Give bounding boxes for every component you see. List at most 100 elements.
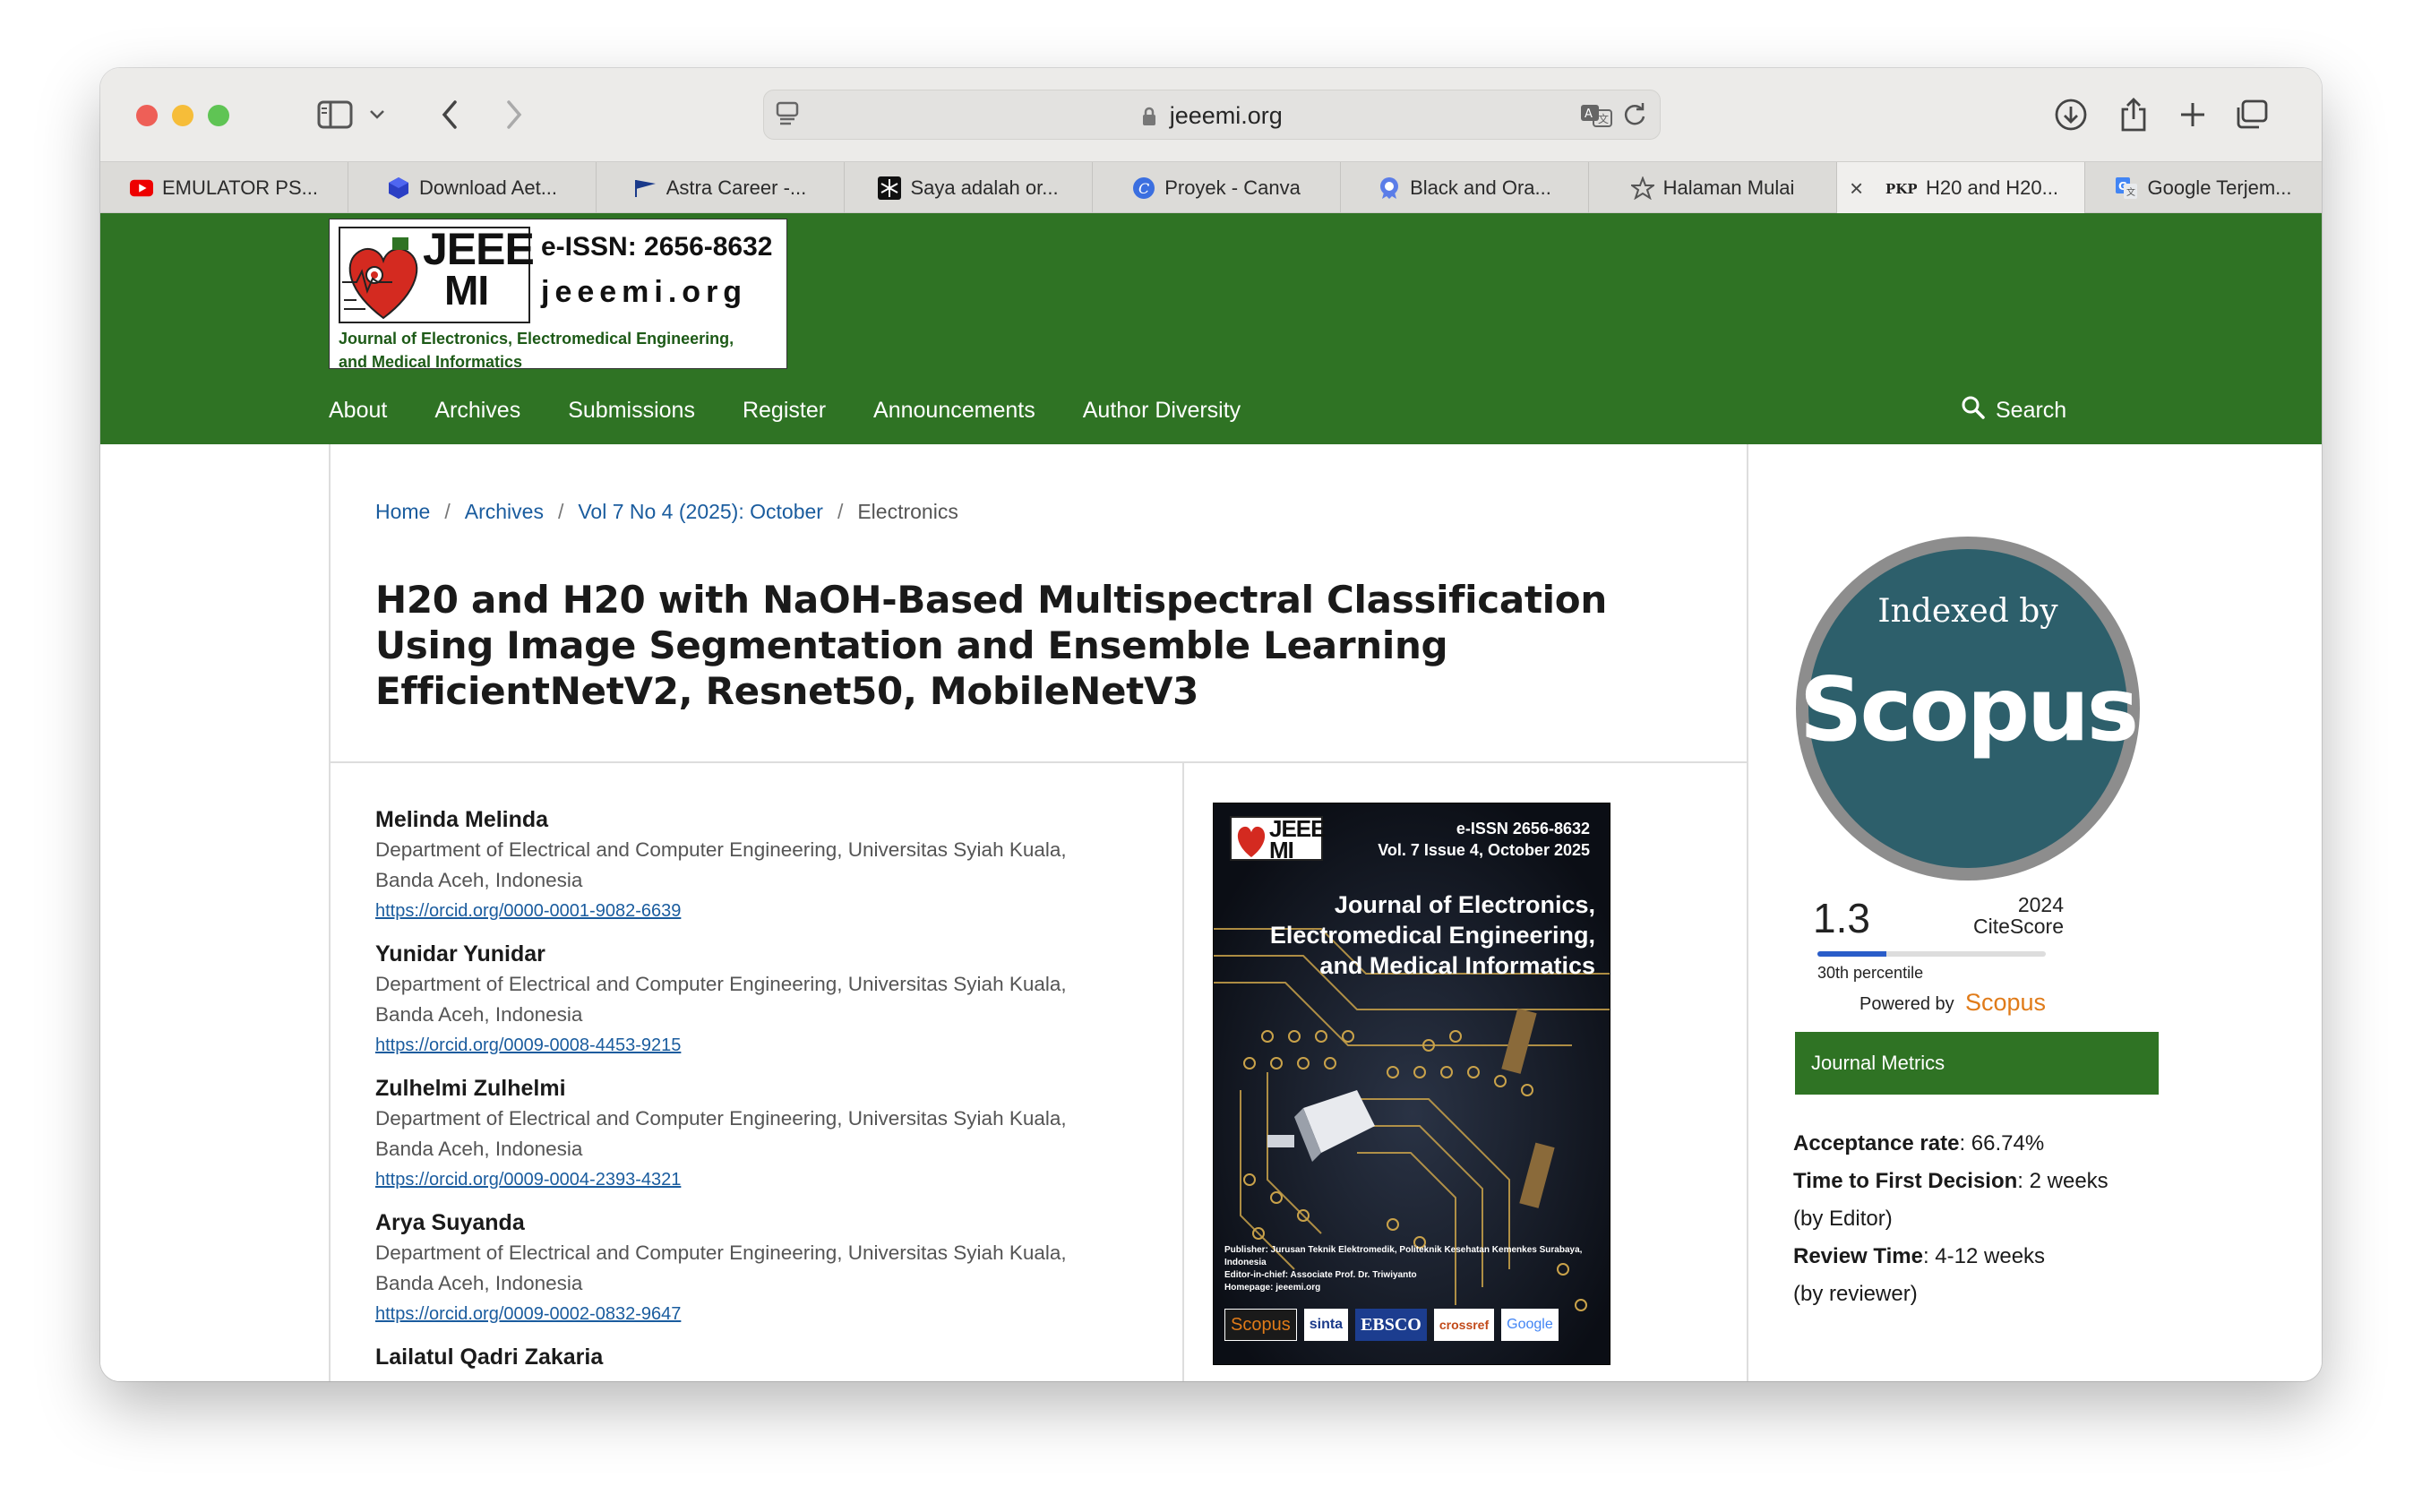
journal-logo[interactable]: JEEE MI e-ISSN: 2656-8632 jeeemi.org Jou… [329, 219, 787, 371]
nav-register[interactable]: Register [743, 391, 826, 430]
share-icon[interactable] [2110, 91, 2157, 138]
flag-icon [634, 176, 657, 200]
sidebar-toggle-icon[interactable] [312, 91, 358, 138]
divider [331, 761, 1748, 763]
tab-label: Download Aet... [418, 176, 558, 199]
tab-saya[interactable]: Saya adalah or... [845, 162, 1093, 213]
nav-about[interactable]: About [329, 391, 387, 430]
address-bar[interactable]: jeeemi.org A文 [763, 90, 1661, 140]
nav-archives[interactable]: Archives [434, 391, 520, 430]
indexed-by-scopus-badge[interactable]: Indexed by Scopus [1793, 534, 2143, 883]
breadcrumb-home[interactable]: Home [375, 500, 430, 523]
tab-label: Google Terjem... [2147, 176, 2292, 199]
cover-editor: Editor-in-chief: Associate Prof. Dr. Tri… [1224, 1270, 1417, 1280]
review-time-label: Review Time [1793, 1244, 1923, 1268]
snowflake-icon [878, 176, 902, 200]
forward-arrow-icon[interactable] [491, 91, 537, 138]
indexed-by-text: Indexed by [1877, 593, 2058, 630]
author-affiliation: Banda Aceh, Indonesia [375, 1138, 583, 1160]
nav-submissions[interactable]: Submissions [568, 391, 695, 430]
issue-cover-image[interactable]: JEEE MI e-ISSN 2656-8632 Vol. 7 Issue 4,… [1213, 803, 1610, 1365]
new-tab-plus-icon[interactable] [2169, 91, 2216, 138]
author-affiliation: Department of Electrical and Computer En… [375, 1107, 1067, 1130]
nav-author-diversity[interactable]: Author Diversity [1083, 391, 1241, 430]
tab-emulator[interactable]: EMULATOR PS... [100, 162, 348, 213]
tab-label: Black and Ora... [1410, 176, 1551, 199]
logo-subtitle-line: Journal of Electronics, Electromedical E… [339, 330, 734, 348]
article-title: H20 and H20 with NaOH-Based Multispectra… [375, 578, 1607, 713]
site-header: JEEE MI e-ISSN: 2656-8632 jeeemi.org Jou… [100, 213, 2322, 444]
google-translate-icon: G文 [2115, 176, 2138, 200]
close-window-button[interactable] [136, 105, 158, 126]
downloads-icon[interactable] [2048, 91, 2094, 138]
breadcrumb-archives[interactable]: Archives [465, 500, 544, 523]
youtube-icon [129, 176, 153, 200]
author-orcid-link[interactable]: https://orcid.org/0000-0001-9082-6639 [375, 896, 1146, 926]
percentile-label: 30th percentile [1817, 964, 1924, 982]
percentile-bar-fill [1817, 951, 1886, 957]
citescore-label: CiteScore [1973, 915, 2064, 938]
main-nav: About Archives Submissions Register Anno… [329, 391, 1288, 430]
svg-text:文: 文 [2126, 186, 2135, 198]
canva-icon: C [1132, 176, 1155, 200]
tab-canva[interactable]: C Proyek - Canva [1093, 162, 1341, 213]
tab-download[interactable]: Download Aet... [348, 162, 597, 213]
back-arrow-icon[interactable] [426, 91, 473, 138]
translate-icon[interactable]: A文 [1579, 101, 1613, 133]
breadcrumb: Home / Archives / Vol 7 No 4 (2025): October… [375, 500, 958, 524]
cover-homepage: Homepage: jeeemi.org [1224, 1283, 1321, 1293]
author-item: Zulhelmi Zulhelmi Department of Electric… [375, 1073, 1146, 1195]
tab-overview-icon[interactable] [2229, 91, 2275, 138]
logo-issn: e-ISSN: 2656-8632 [541, 232, 773, 262]
review-time-note: (by reviewer) [1793, 1282, 1918, 1306]
close-tab-icon[interactable]: × [1850, 175, 1863, 202]
scopus-badge: Scopus [1224, 1309, 1297, 1341]
svg-text:文: 文 [1598, 112, 1609, 125]
scopus-text: Scopus [1799, 659, 2136, 761]
search-link[interactable]: Search [1962, 391, 2066, 430]
minimize-window-button[interactable] [172, 105, 193, 126]
ebsco-badge: EBSCO [1355, 1309, 1427, 1341]
tab-bar: EMULATOR PS... Download Aet... Astra Car… [100, 161, 2322, 213]
author-item: Lailatul Qadri Zakaria [375, 1342, 1146, 1372]
citescore-value: 1.3 [1813, 895, 1870, 941]
logo-subtitle-line: and Medical Informatics [339, 353, 523, 371]
author-affiliation: Banda Aceh, Indonesia [375, 869, 583, 891]
author-orcid-link[interactable]: https://orcid.org/0009-0008-4453-9215 [375, 1030, 1146, 1061]
tab-black-orange[interactable]: Black and Ora... [1341, 162, 1589, 213]
review-time-value: : 4-12 weeks [1922, 1244, 2046, 1268]
star-icon [1630, 176, 1654, 200]
chevron-down-icon[interactable] [364, 91, 391, 138]
nav-announcements[interactable]: Announcements [873, 391, 1035, 430]
breadcrumb-issue[interactable]: Vol 7 No 4 (2025): October [578, 500, 823, 523]
logo-mi-text: MI [444, 267, 489, 314]
powered-by-scopus-link[interactable]: Scopus [1965, 989, 2046, 1017]
journal-metrics-button[interactable]: Journal Metrics [1795, 1032, 2159, 1095]
author-affiliation: Department of Electrical and Computer En… [375, 838, 1067, 861]
zoom-window-button[interactable] [208, 105, 229, 126]
logo-domain: jeeemi.org [541, 275, 748, 309]
tab-google-translate[interactable]: G文 Google Terjem... [2085, 162, 2322, 213]
google-badge: Google [1501, 1309, 1559, 1341]
sidebar: Indexed by Scopus 1.3 2024 CiteScore 30t… [1750, 444, 2322, 1381]
pkp-icon: PKP [1885, 176, 1917, 200]
percentile-bar [1817, 951, 2046, 957]
acceptance-rate-value: : 66.74% [1959, 1131, 2045, 1155]
sinta-badge: sinta [1303, 1309, 1349, 1341]
tab-label: EMULATOR PS... [161, 176, 318, 199]
tab-label: Halaman Mulai [1662, 176, 1795, 199]
svg-text:C: C [1138, 180, 1149, 197]
author-orcid-link[interactable]: https://orcid.org/0009-0004-2393-4321 [375, 1164, 1146, 1195]
url-text: jeeemi.org [764, 102, 1660, 130]
author-orcid-link[interactable]: https://orcid.org/0009-0002-0832-9647 [375, 1299, 1146, 1329]
crossref-badge: crossref [1433, 1309, 1495, 1341]
tab-halaman-mulai[interactable]: Halaman Mulai [1589, 162, 1837, 213]
reload-icon[interactable] [1622, 101, 1647, 133]
author-affiliation: Banda Aceh, Indonesia [375, 1003, 583, 1026]
tab-article-active[interactable]: × PKP H20 and H20... [1837, 162, 2085, 213]
cover-title-line: Journal of Electronics, [1334, 891, 1595, 918]
review-time: Review Time: 4-12 weeks [1793, 1238, 2295, 1276]
cover-publisher: Publisher: Jurusan Teknik Elektromedik, … [1224, 1245, 1583, 1267]
author-list: Melinda Melinda Department of Electrical… [375, 804, 1146, 1381]
tab-astra[interactable]: Astra Career -... [597, 162, 845, 213]
